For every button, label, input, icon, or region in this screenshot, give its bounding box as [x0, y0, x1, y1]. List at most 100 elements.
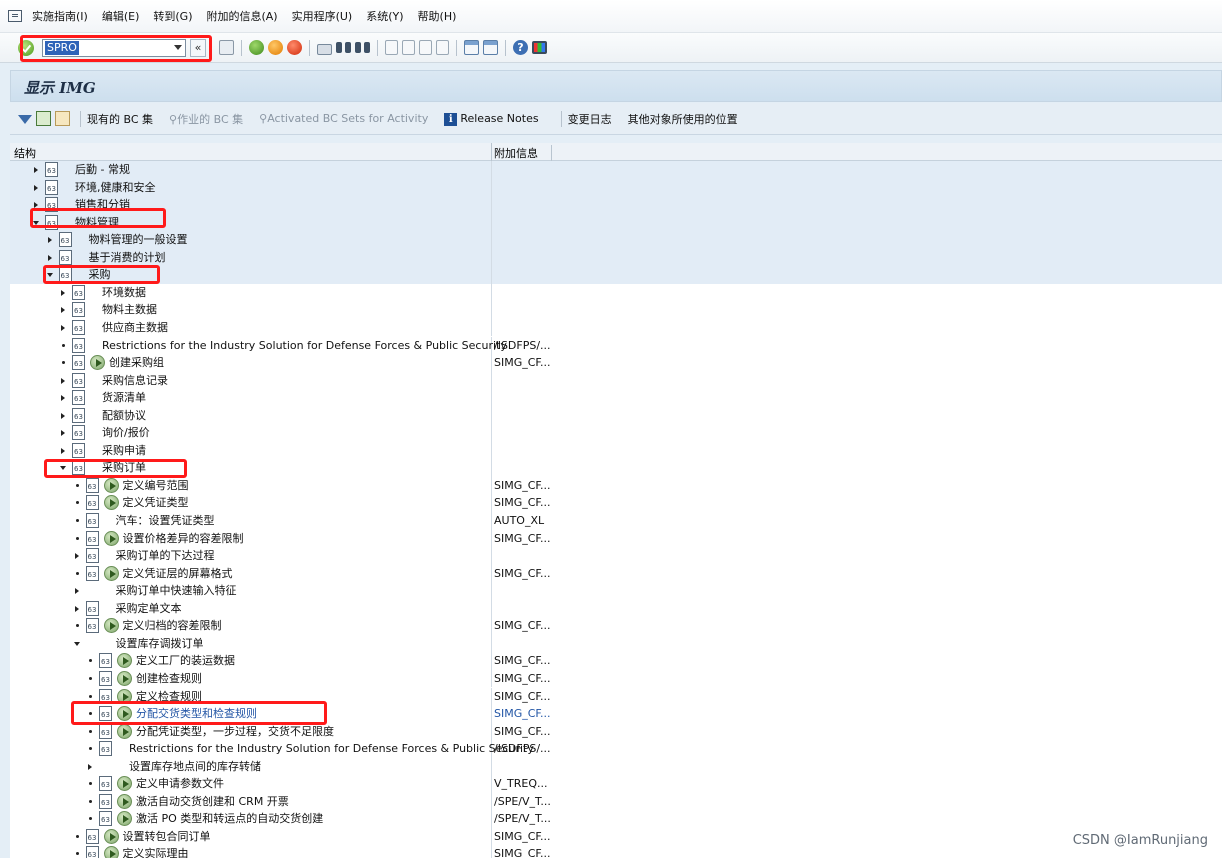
documentation-icon[interactable] — [99, 653, 112, 669]
documentation-icon[interactable] — [85, 548, 99, 564]
documentation-icon[interactable] — [72, 425, 85, 441]
tree-node-label[interactable]: 询价/报价 — [102, 424, 150, 441]
tree-node-label[interactable]: 分配凭证类型，一步过程，交货不足限度 — [136, 723, 334, 740]
documentation-icon[interactable] — [45, 214, 58, 230]
expand-node-icon[interactable] — [47, 254, 52, 261]
tree-row[interactable]: 设置库存调拨订单 — [10, 634, 1222, 653]
column-header-additional-info[interactable]: 附加信息 — [494, 145, 552, 161]
tree-row[interactable]: 基于消费的计划 — [10, 248, 1222, 267]
expand-node-icon[interactable] — [61, 395, 65, 402]
tree-node-label[interactable]: 创建检查规则 — [136, 670, 202, 687]
collapse-node-icon[interactable] — [60, 466, 66, 471]
bc-sets-activity-button[interactable]: ⚲作业的 BC 集 — [169, 111, 243, 127]
execute-activity-icon[interactable] — [103, 477, 119, 493]
tree-row[interactable]: Restrictions for the Industry Solution f… — [10, 740, 1222, 758]
execute-activity-icon[interactable] — [90, 355, 105, 371]
new-session-icon[interactable] — [464, 40, 479, 55]
tree-node-label[interactable]: 采购 — [89, 266, 111, 283]
execute-activity-icon[interactable] — [103, 618, 119, 634]
tree-node-label[interactable]: 定义工厂的装运数据 — [136, 652, 235, 669]
tree-node-label[interactable]: 设置库存地点间的库存转储 — [129, 758, 261, 775]
documentation-icon[interactable] — [99, 723, 112, 739]
tree-row[interactable]: 采购订单中快速输入特征 — [10, 582, 1222, 600]
tree-node-label[interactable]: 设置价格差异的容差限制 — [123, 530, 244, 547]
release-notes-button[interactable]: i Release Notes — [444, 112, 539, 126]
documentation-icon[interactable] — [85, 530, 99, 546]
existing-bc-sets-button[interactable]: 现有的 BC 集 — [87, 111, 153, 127]
tree-node-label[interactable]: 创建采购组 — [109, 354, 164, 371]
tree-row[interactable]: 销售和分销 — [10, 196, 1222, 214]
documentation-icon[interactable] — [72, 284, 85, 300]
expand-node-icon[interactable] — [88, 763, 92, 770]
documentation-icon[interactable] — [99, 706, 112, 722]
tree-row[interactable]: 设置价格差异的容差限制 SIMG_CF... — [10, 529, 1222, 548]
filter-icon[interactable] — [18, 115, 32, 124]
collapse-node-icon[interactable] — [73, 641, 80, 646]
menu-implementation-guide[interactable]: 实施指南(I) — [32, 8, 88, 24]
tree-row[interactable]: 分配交货类型和检查规则 SIMG_CF... — [10, 705, 1222, 723]
documentation-icon[interactable] — [45, 162, 58, 177]
documentation-icon[interactable] — [72, 319, 85, 335]
back-icon[interactable] — [249, 40, 264, 55]
documentation-icon[interactable] — [72, 337, 85, 353]
documentation-icon[interactable] — [99, 793, 112, 809]
expand-node-icon[interactable] — [34, 202, 38, 209]
tree-node-label[interactable]: 设置库存调拨订单 — [116, 635, 204, 652]
tree-row[interactable]: 环境数据 — [10, 283, 1222, 302]
tree-node-label[interactable]: 定义归档的容差限制 — [123, 617, 222, 634]
tree-node-label[interactable]: 激活 PO 类型和转运点的自动交货创建 — [136, 810, 323, 827]
tree-row[interactable]: 采购定单文本 — [10, 599, 1222, 618]
tree-row[interactable]: 设置转包合同订单 SIMG_CF... — [10, 827, 1222, 846]
first-page-icon[interactable] — [385, 40, 398, 55]
tree-row[interactable]: 供应商主数据 — [10, 318, 1222, 337]
menu-edit[interactable]: 编辑(E) — [102, 8, 140, 24]
documentation-icon[interactable] — [72, 372, 85, 388]
documentation-icon[interactable] — [85, 513, 99, 528]
tree-row[interactable]: 采购订单 — [10, 459, 1222, 477]
tree-node-label[interactable]: 采购订单中快速输入特征 — [116, 582, 237, 599]
menu-icon[interactable] — [8, 10, 22, 22]
tree-row[interactable]: 配额协议 — [10, 406, 1222, 425]
expand-node-icon[interactable] — [74, 553, 79, 560]
execute-activity-icon[interactable] — [103, 828, 119, 844]
tree-row[interactable]: 定义凭证类型 SIMG_CF... — [10, 494, 1222, 512]
tree-node-label[interactable]: 定义检查规则 — [136, 688, 202, 705]
tree-row[interactable]: 物料主数据 — [10, 301, 1222, 319]
next-page-icon[interactable] — [419, 40, 432, 55]
tree-node-label[interactable]: 采购订单 — [102, 459, 146, 476]
cancel-icon[interactable] — [287, 40, 302, 55]
documentation-icon[interactable] — [45, 179, 58, 195]
execute-activity-icon[interactable] — [103, 846, 119, 858]
tree-row[interactable]: 创建采购组 SIMG_CF... — [10, 354, 1222, 372]
expand-node-icon[interactable] — [61, 430, 65, 437]
tree-row[interactable]: 创建检查规则 SIMG_CF... — [10, 669, 1222, 688]
documentation-icon[interactable] — [72, 407, 85, 423]
tree-row[interactable]: 定义凭证层的屏幕格式 SIMG_CF... — [10, 564, 1222, 583]
tree-node-label[interactable]: 激活自动交货创建和 CRM 开票 — [136, 793, 289, 810]
documentation-icon[interactable] — [99, 776, 112, 792]
tree-node-label[interactable]: 物料管理 — [75, 214, 119, 231]
find-icon[interactable] — [336, 40, 351, 55]
expand-node-icon[interactable] — [74, 588, 79, 595]
tree-node-label[interactable]: 货源清单 — [102, 389, 146, 406]
expand-node-icon[interactable] — [61, 307, 65, 314]
menu-utilities[interactable]: 实用程序(U) — [292, 8, 353, 24]
last-page-icon[interactable] — [436, 40, 449, 55]
collapse-command-button[interactable]: « — [190, 38, 206, 57]
documentation-icon[interactable] — [58, 249, 72, 265]
tree-row[interactable]: 定义检查规则 SIMG_CF... — [10, 687, 1222, 706]
clipboard-icon[interactable] — [55, 111, 70, 126]
execute-activity-icon[interactable] — [103, 495, 119, 511]
tree-row[interactable]: 询价/报价 — [10, 424, 1222, 442]
tree-node-label[interactable]: 环境数据 — [102, 284, 146, 301]
tree-node-label[interactable]: 定义凭证类型 — [123, 494, 189, 511]
documentation-icon[interactable] — [72, 355, 85, 371]
documentation-icon[interactable] — [85, 600, 99, 616]
tree-row[interactable]: 物料管理 — [10, 213, 1222, 232]
enter-icon[interactable] — [18, 39, 34, 56]
expand-node-icon[interactable] — [47, 237, 52, 244]
documentation-icon[interactable] — [85, 618, 99, 634]
execute-activity-icon[interactable] — [117, 688, 132, 704]
documentation-icon[interactable] — [99, 811, 112, 827]
change-log-button[interactable]: 变更日志 — [568, 111, 612, 127]
